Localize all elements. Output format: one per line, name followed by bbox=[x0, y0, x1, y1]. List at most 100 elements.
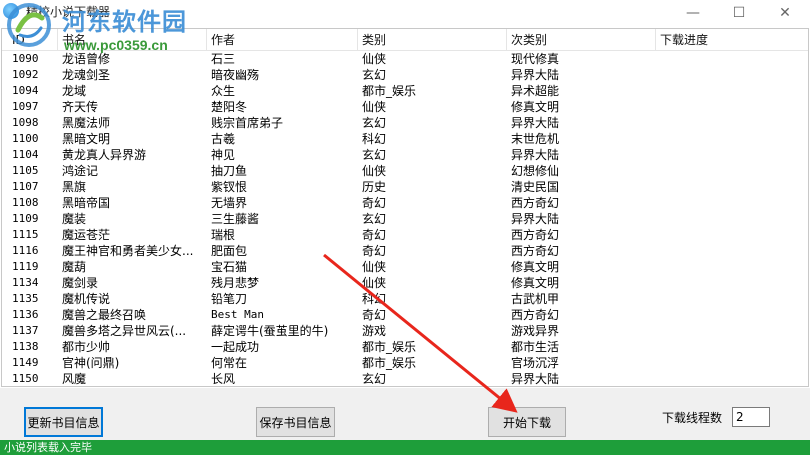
cell-id: 1150 bbox=[12, 372, 39, 385]
maximize-button[interactable]: ☐ bbox=[716, 0, 762, 26]
cell-subcategory: 异界大陆 bbox=[511, 372, 560, 386]
start-download-button[interactable]: 开始下载 bbox=[488, 407, 566, 437]
book-list[interactable]: ID 书名 作者 类别 次类别 下载进度 1090 龙语曾修 石三 仙侠 现代修真 109… bbox=[1, 28, 809, 387]
cell-author: 薛定谔牛(蚕茧里的牛) bbox=[211, 324, 329, 338]
cell-author: 肥面包 bbox=[211, 244, 248, 258]
cell-author: 石三 bbox=[211, 52, 236, 66]
cell-progress bbox=[656, 195, 808, 211]
cell-title: 风魔 bbox=[62, 372, 87, 386]
table-row[interactable]: 1116 魔王神官和勇者美少女... 肥面包 奇幻 西方奇幻 bbox=[2, 243, 808, 259]
cell-title: 黑魔法师 bbox=[62, 116, 111, 130]
cell-category: 玄幻 bbox=[362, 148, 387, 162]
cell-id: 1109 bbox=[12, 212, 39, 225]
cell-category: 仙侠 bbox=[362, 52, 387, 66]
cell-subcategory: 西方奇幻 bbox=[511, 196, 560, 210]
cell-category: 奇幻 bbox=[362, 196, 387, 210]
table-row[interactable]: 1136 魔兽之最终召唤 Best Man 奇幻 西方奇幻 bbox=[2, 307, 808, 323]
table-row[interactable]: 1097 齐天传 楚阳冬 仙侠 修真文明 bbox=[2, 99, 808, 115]
list-rows: 1090 龙语曾修 石三 仙侠 现代修真 1092 龙魂剑圣 暗夜幽殇 玄幻 异界大陆 1094 龙域… bbox=[2, 51, 808, 386]
cell-title: 魔王神官和勇者美少女... bbox=[62, 244, 194, 258]
table-row[interactable]: 1135 魔机传说 铅笔刀 科幻 古武机甲 bbox=[2, 291, 808, 307]
column-header-progress[interactable]: 下载进度 bbox=[656, 29, 808, 51]
cell-id: 1097 bbox=[12, 100, 39, 113]
cell-title: 龙语曾修 bbox=[62, 52, 111, 66]
cell-category: 玄幻 bbox=[362, 68, 387, 82]
table-row[interactable]: 1090 龙语曾修 石三 仙侠 现代修真 bbox=[2, 51, 808, 67]
cell-author: 残月悲梦 bbox=[211, 276, 260, 290]
cell-title: 魔葫 bbox=[62, 260, 87, 274]
cell-category: 玄幻 bbox=[362, 116, 387, 130]
table-row[interactable]: 1134 魔剑录 残月悲梦 仙侠 修真文明 bbox=[2, 275, 808, 291]
cell-author: 铅笔刀 bbox=[211, 292, 248, 306]
cell-category: 仙侠 bbox=[362, 100, 387, 114]
cell-category: 科幻 bbox=[362, 132, 387, 146]
table-row[interactable]: 1150 风魔 长风 玄幻 异界大陆 bbox=[2, 371, 808, 386]
cell-title: 魔装 bbox=[62, 212, 87, 226]
cell-progress bbox=[656, 83, 808, 99]
save-catalog-button[interactable]: 保存书目信息 bbox=[256, 407, 335, 437]
cell-category: 都市_娱乐 bbox=[362, 340, 417, 354]
cell-author: 楚阳冬 bbox=[211, 100, 248, 114]
table-row[interactable]: 1138 都市少帅 一起成功 都市_娱乐 都市生活 bbox=[2, 339, 808, 355]
cell-author: 古羲 bbox=[211, 132, 236, 146]
minimize-button[interactable]: — bbox=[670, 0, 716, 26]
cell-id: 1116 bbox=[12, 244, 39, 257]
table-row[interactable]: 1107 黑旗 紫钗恨 历史 清史民国 bbox=[2, 179, 808, 195]
cell-id: 1115 bbox=[12, 228, 39, 241]
cell-author: 瑞根 bbox=[211, 228, 236, 242]
table-row[interactable]: 1108 黑暗帝国 无墙界 奇幻 西方奇幻 bbox=[2, 195, 808, 211]
cell-title: 黑暗帝国 bbox=[62, 196, 111, 210]
cell-subcategory: 西方奇幻 bbox=[511, 308, 560, 322]
cell-progress bbox=[656, 355, 808, 371]
cell-progress bbox=[656, 179, 808, 195]
cell-progress bbox=[656, 163, 808, 179]
table-row[interactable]: 1092 龙魂剑圣 暗夜幽殇 玄幻 异界大陆 bbox=[2, 67, 808, 83]
table-row[interactable]: 1105 鸿途记 抽刀鱼 仙侠 幻想修仙 bbox=[2, 163, 808, 179]
cell-title: 魔运苍茫 bbox=[62, 228, 111, 242]
cell-subcategory: 游戏异界 bbox=[511, 324, 560, 338]
cell-subcategory: 异术超能 bbox=[511, 84, 560, 98]
cell-id: 1107 bbox=[12, 180, 39, 193]
thread-count-input[interactable] bbox=[732, 407, 770, 427]
table-row[interactable]: 1137 魔兽多塔之异世风云(... 薛定谔牛(蚕茧里的牛) 游戏 游戏异界 bbox=[2, 323, 808, 339]
cell-progress bbox=[656, 99, 808, 115]
cell-progress bbox=[656, 131, 808, 147]
table-row[interactable]: 1119 魔葫 宝石猫 仙侠 修真文明 bbox=[2, 259, 808, 275]
table-row[interactable]: 1094 龙域 众生 都市_娱乐 异术超能 bbox=[2, 83, 808, 99]
cell-title: 魔兽之最终召唤 bbox=[62, 308, 147, 322]
cell-id: 1135 bbox=[12, 292, 39, 305]
table-row[interactable]: 1149 官神(问鼎) 何常在 都市_娱乐 官场沉浮 bbox=[2, 355, 808, 371]
cell-category: 玄幻 bbox=[362, 212, 387, 226]
cell-author: 暗夜幽殇 bbox=[211, 68, 260, 82]
close-button[interactable]: ✕ bbox=[762, 0, 808, 26]
update-catalog-button[interactable]: 更新书目信息 bbox=[24, 407, 103, 437]
cell-title: 龙魂剑圣 bbox=[62, 68, 111, 82]
cell-category: 都市_娱乐 bbox=[362, 356, 417, 370]
watermark-logo-icon bbox=[7, 3, 51, 47]
cell-subcategory: 末世危机 bbox=[511, 132, 560, 146]
cell-title: 黄龙真人异界游 bbox=[62, 148, 147, 162]
table-row[interactable]: 1098 黑魔法师 贱宗首席弟子 玄幻 异界大陆 bbox=[2, 115, 808, 131]
table-row[interactable]: 1115 魔运苍茫 瑞根 奇幻 西方奇幻 bbox=[2, 227, 808, 243]
control-panel: 更新书目信息 保存书目信息 开始下载 下载线程数 bbox=[0, 388, 810, 440]
cell-id: 1134 bbox=[12, 276, 39, 289]
table-row[interactable]: 1109 魔装 三生藤酱 玄幻 异界大陆 bbox=[2, 211, 808, 227]
table-row[interactable]: 1104 黄龙真人异界游 神见 玄幻 异界大陆 bbox=[2, 147, 808, 163]
column-header-subcategory[interactable]: 次类别 bbox=[507, 29, 656, 51]
cell-subcategory: 异界大陆 bbox=[511, 212, 560, 226]
column-header-author[interactable]: 作者 bbox=[207, 29, 358, 51]
cell-category: 历史 bbox=[362, 180, 387, 194]
cell-subcategory: 修真文明 bbox=[511, 260, 560, 274]
cell-subcategory: 异界大陆 bbox=[511, 68, 560, 82]
cell-id: 1119 bbox=[12, 260, 39, 273]
cell-subcategory: 清史民国 bbox=[511, 180, 560, 194]
cell-id: 1149 bbox=[12, 356, 39, 369]
cell-author: 一起成功 bbox=[211, 340, 260, 354]
cell-author: 长风 bbox=[211, 372, 236, 386]
table-row[interactable]: 1100 黑暗文明 古羲 科幻 末世危机 bbox=[2, 131, 808, 147]
cell-id: 1100 bbox=[12, 132, 39, 145]
cell-category: 都市_娱乐 bbox=[362, 84, 417, 98]
column-header-category[interactable]: 类别 bbox=[358, 29, 507, 51]
cell-title: 龙域 bbox=[62, 84, 87, 98]
status-bar: 小说列表载入完毕 bbox=[0, 440, 810, 455]
